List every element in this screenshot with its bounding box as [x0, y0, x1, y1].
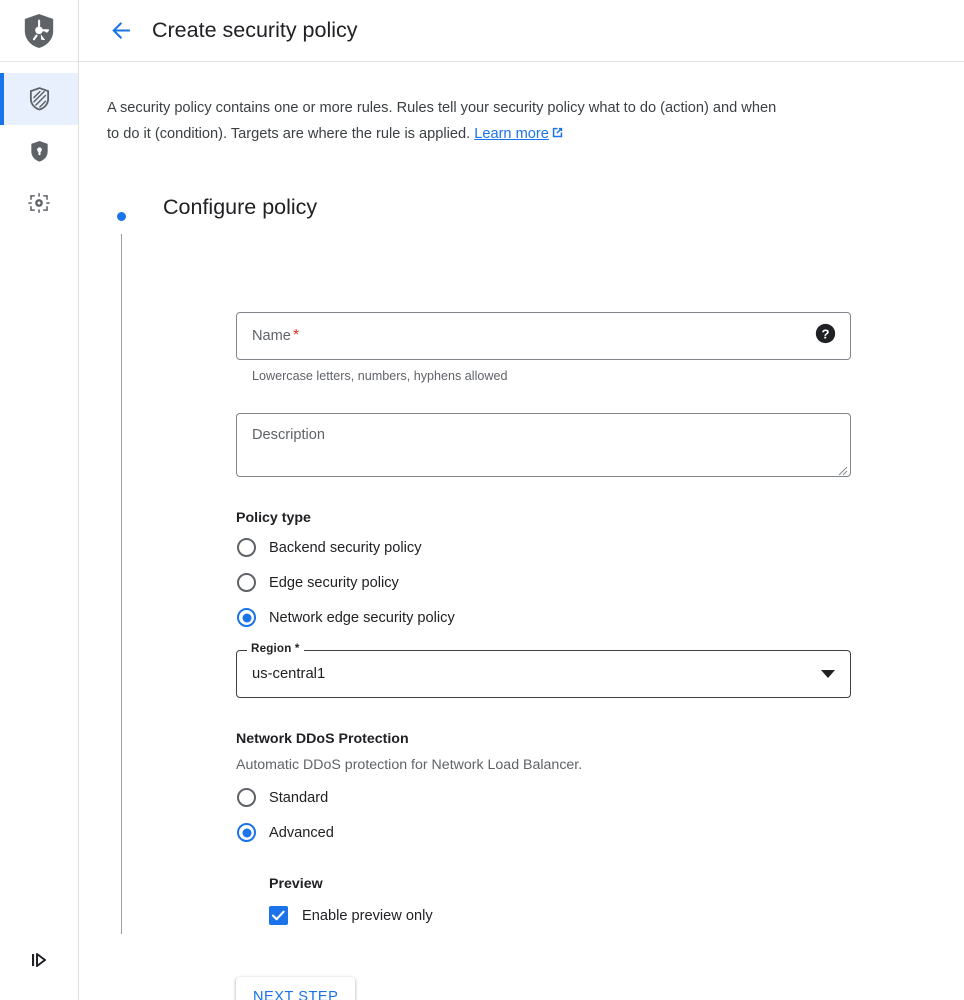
- region-select-box[interactable]: [236, 650, 851, 698]
- cloud-armor-shield-icon: [24, 13, 54, 48]
- preview-heading: Preview: [269, 876, 323, 892]
- back-button[interactable]: [104, 14, 138, 48]
- radio-edge-security-policy[interactable]: Edge security policy: [236, 566, 851, 599]
- arrow-left-icon: [111, 22, 130, 39]
- radio-circle-icon: [237, 788, 256, 807]
- name-field-hint: Lowercase letters, numbers, hyphens allo…: [252, 369, 508, 383]
- svg-text:?: ?: [821, 326, 829, 341]
- rail-item-security-policies[interactable]: [0, 73, 78, 125]
- expand-panel-icon: [32, 953, 46, 967]
- radio-label: Standard: [269, 789, 329, 806]
- radio-ddos-advanced[interactable]: Advanced: [236, 816, 851, 849]
- name-required-mark: *: [292, 327, 300, 344]
- intro-text: A security policy contains one or more r…: [107, 100, 777, 142]
- create-security-policy-page: Create security policy A security policy…: [0, 0, 964, 1000]
- ddos-radio-group: Standard Advanced: [236, 781, 851, 849]
- name-field-label: Name: [252, 328, 291, 344]
- chevron-down-icon[interactable]: [821, 670, 835, 678]
- bug-scan-icon: [28, 193, 50, 213]
- rail-item-ssl-policies[interactable]: [0, 125, 78, 177]
- step-connector-line: [121, 234, 122, 934]
- radio-label: Backend security policy: [269, 539, 422, 556]
- rail-item-list: [0, 73, 78, 229]
- left-rail: [0, 0, 79, 1000]
- expand-panel-button[interactable]: [0, 940, 78, 980]
- preview-block: Preview Enable preview only: [269, 876, 851, 925]
- radio-circle-selected-icon: [237, 608, 256, 627]
- radio-network-edge-security-policy[interactable]: Network edge security policy: [236, 601, 851, 634]
- description-field[interactable]: Description: [236, 413, 851, 477]
- resize-handle-icon[interactable]: [836, 463, 848, 476]
- name-field[interactable]: Name * ?: [236, 312, 851, 360]
- ddos-heading: Network DDoS Protection: [236, 731, 409, 747]
- step-title: Configure policy: [163, 195, 318, 219]
- checkbox-label: Enable preview only: [302, 907, 433, 924]
- radio-label: Network edge security policy: [269, 609, 455, 626]
- open-in-new-icon[interactable]: [550, 123, 565, 149]
- ddos-subtext: Automatic DDoS protection for Network Lo…: [236, 757, 583, 773]
- region-select[interactable]: Region * us-central1: [236, 642, 851, 698]
- next-step-button[interactable]: NEXT STEP: [236, 977, 356, 1000]
- radio-label: Edge security policy: [269, 574, 399, 591]
- page-content: A security policy contains one or more r…: [79, 62, 964, 1000]
- page-title: Create security policy: [152, 18, 358, 42]
- region-select-label: Region *: [247, 642, 304, 655]
- policy-type-radio-group: Backend security policy Edge security po…: [236, 531, 851, 634]
- radio-backend-security-policy[interactable]: Backend security policy: [236, 531, 851, 564]
- shield-striped-icon: [29, 87, 49, 111]
- page-header: Create security policy: [79, 0, 964, 62]
- configure-policy-form: Name * ? Lowercase letters, numbers, hyph…: [236, 312, 851, 1000]
- policy-type-heading: Policy type: [236, 510, 311, 526]
- description-field-label: Description: [252, 427, 325, 443]
- name-help-icon[interactable]: ?: [815, 323, 836, 349]
- step-bullet: [117, 212, 126, 221]
- radio-circle-icon: [237, 573, 256, 592]
- radio-label: Advanced: [269, 824, 334, 841]
- product-logo: [0, 0, 78, 62]
- radio-circle-icon: [237, 538, 256, 557]
- checkbox-enable-preview-only[interactable]: Enable preview only: [269, 906, 851, 925]
- learn-more-link[interactable]: Learn more: [474, 126, 549, 142]
- shield-keyhole-icon: [30, 140, 48, 162]
- checkbox-checked-icon: [269, 906, 288, 925]
- intro-paragraph: A security policy contains one or more r…: [107, 95, 787, 149]
- region-select-value: us-central1: [252, 666, 326, 682]
- radio-circle-selected-icon: [237, 823, 256, 842]
- rail-item-threat-intelligence[interactable]: [0, 177, 78, 229]
- radio-ddos-standard[interactable]: Standard: [236, 781, 851, 814]
